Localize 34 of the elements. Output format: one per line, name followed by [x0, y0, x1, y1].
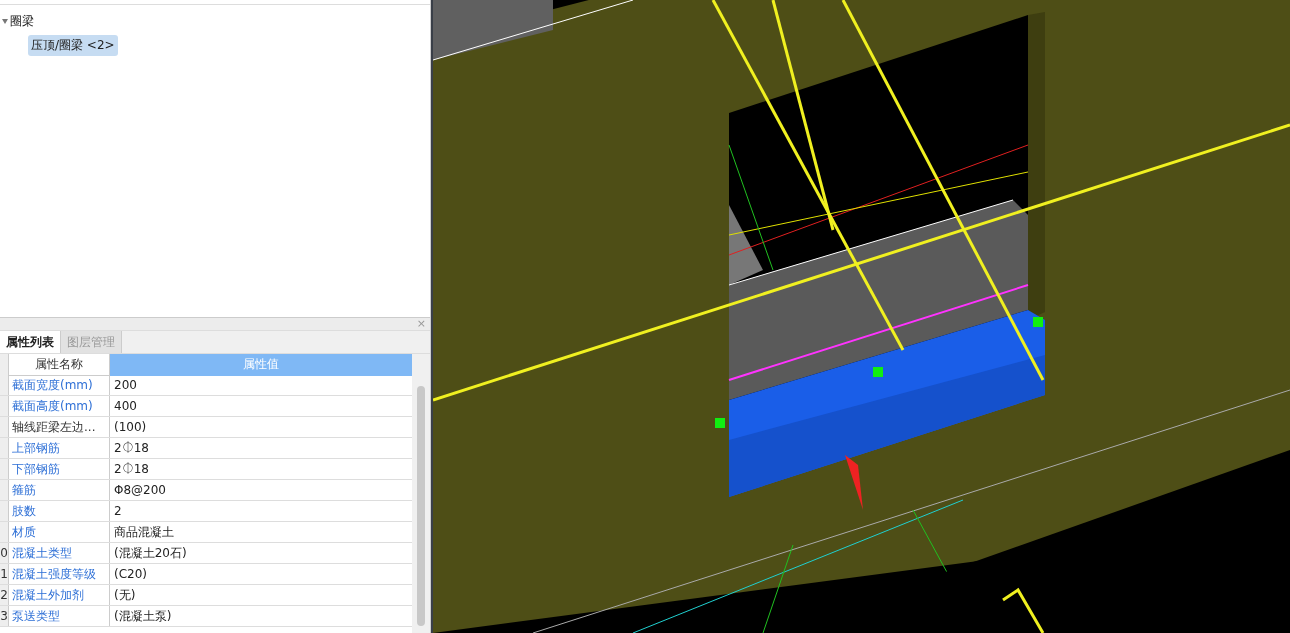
- property-name: 箍筋: [9, 480, 110, 500]
- property-value[interactable]: 2⏀18: [110, 459, 412, 479]
- property-name: 材质: [9, 522, 110, 542]
- property-value[interactable]: (无): [110, 585, 412, 605]
- property-value[interactable]: Φ8@200: [110, 480, 412, 500]
- row-number: 3: [0, 606, 9, 626]
- property-name: 截面宽度(mm): [9, 375, 110, 395]
- property-name: 截面高度(mm): [9, 396, 110, 416]
- property-value[interactable]: (C20): [110, 564, 412, 584]
- row-number: 0: [0, 543, 9, 563]
- tree-item[interactable]: 压顶/圈梁 <2>: [28, 35, 118, 56]
- column-header: 属性值: [110, 354, 412, 376]
- property-name: 下部钢筋: [9, 459, 110, 479]
- property-value[interactable]: (混凝土20石): [110, 543, 412, 563]
- property-value[interactable]: 2⏀18: [110, 438, 412, 458]
- property-name: 混凝土强度等级: [9, 564, 110, 584]
- property-name: 轴线距梁左边...: [9, 417, 110, 437]
- property-value[interactable]: 400: [110, 396, 412, 416]
- property-name: 泵送类型: [9, 606, 110, 626]
- property-name: 混凝土外加剂: [9, 585, 110, 605]
- caret-icon[interactable]: [2, 19, 8, 24]
- property-value[interactable]: (100): [110, 417, 412, 437]
- property-value[interactable]: 2: [110, 501, 412, 521]
- property-value[interactable]: (混凝土泵): [110, 606, 412, 626]
- property-name: 上部钢筋: [9, 438, 110, 458]
- property-value[interactable]: 200: [110, 375, 412, 395]
- property-value[interactable]: 商品混凝土: [110, 522, 412, 542]
- row-number: 1: [0, 564, 9, 584]
- scrollbar[interactable]: [412, 354, 430, 633]
- row-number: 2: [0, 585, 9, 605]
- property-name: 肢数: [9, 501, 110, 521]
- tree-node[interactable]: 圈梁: [10, 13, 34, 30]
- tab[interactable]: 属性列表: [0, 331, 61, 353]
- property-name: 混凝土类型: [9, 543, 110, 563]
